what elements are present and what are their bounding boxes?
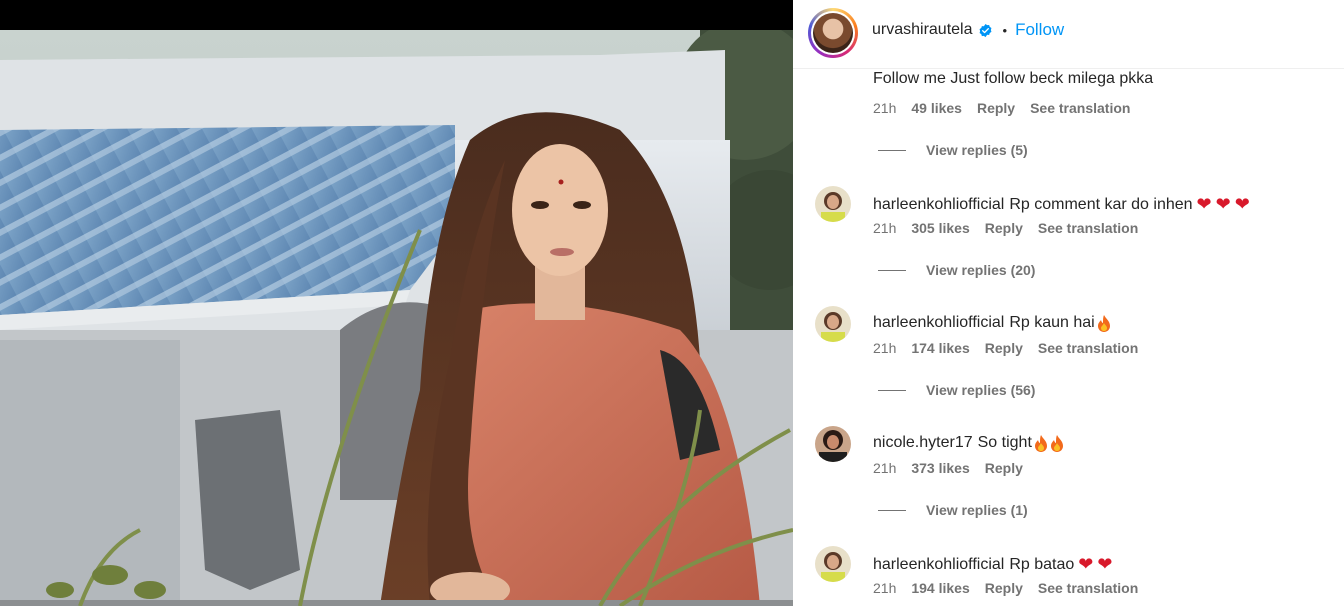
heart-icon: ❤ <box>1078 554 1094 574</box>
see-translation-button[interactable]: See translation <box>1038 340 1138 356</box>
comment-meta: 21h 49 likes Reply See translation <box>873 100 1145 116</box>
comment-meta: 21h 373 likes Reply <box>873 460 1038 476</box>
view-replies-button[interactable]: View replies (20) <box>878 262 1035 278</box>
post-photo[interactable] <box>0 30 793 606</box>
see-translation-button[interactable]: See translation <box>1038 220 1138 236</box>
heart-icon: ❤ <box>1196 194 1212 214</box>
separator-dot: • <box>1002 22 1008 38</box>
comment-line: nicole.hyter17 So tight <box>873 434 1064 452</box>
comment-text: Follow me Just follow beck milega pkka <box>873 70 1154 87</box>
commenter-username[interactable]: harleenkohliofficial <box>873 556 1004 574</box>
comment-text: Rp kaun hai <box>1009 314 1095 331</box>
comment-line: harleenkohliofficial Rp batao ❤ ❤ <box>873 554 1112 575</box>
follow-button[interactable]: Follow <box>1015 20 1064 40</box>
commenter-avatar[interactable] <box>815 186 851 222</box>
comment-likes[interactable]: 373 likes <box>911 460 969 476</box>
comment-likes[interactable]: 174 likes <box>911 340 969 356</box>
comment-meta: 21h 174 likes Reply See translation <box>873 340 1153 356</box>
author-avatar[interactable] <box>808 8 858 58</box>
post-photo-illustration <box>0 30 793 606</box>
reply-button[interactable]: Reply <box>985 580 1023 596</box>
replies-line <box>878 149 906 151</box>
comment-time[interactable]: 21h <box>873 220 896 236</box>
reply-button[interactable]: Reply <box>985 340 1023 356</box>
post-header: urvashirautela • Follow <box>793 0 1344 69</box>
commenter-avatar[interactable] <box>815 546 851 582</box>
view-replies-button[interactable]: View replies (1) <box>878 502 1028 518</box>
heart-icon: ❤ <box>1215 194 1231 214</box>
comments-panel: urvashirautela • Follow Follow me Just f… <box>793 0 1344 606</box>
reply-button[interactable]: Reply <box>977 100 1015 116</box>
commenter-avatar[interactable] <box>815 306 851 342</box>
replies-line <box>878 389 906 391</box>
post-photo-panel <box>0 0 793 606</box>
commenter-username[interactable]: nicole.hyter17 <box>873 434 973 452</box>
view-replies-label: View replies (5) <box>926 142 1028 158</box>
comment-time[interactable]: 21h <box>873 340 896 356</box>
author-username[interactable]: urvashirautela <box>872 21 973 39</box>
view-replies-label: View replies (20) <box>926 262 1036 278</box>
comment-likes[interactable]: 194 likes <box>911 580 969 596</box>
view-replies-button[interactable]: View replies (5) <box>878 142 1028 158</box>
comment-text: Rp comment kar do inhen <box>1009 195 1193 213</box>
comment-time[interactable]: 21h <box>873 100 896 116</box>
replies-line <box>878 269 906 271</box>
comment-time[interactable]: 21h <box>873 580 896 596</box>
reply-button[interactable]: Reply <box>985 460 1023 476</box>
comment-line: harleenkohliofficial Rp kaun hai <box>873 314 1111 332</box>
replies-line <box>878 509 906 511</box>
photo-top-bar <box>0 0 793 30</box>
view-replies-button[interactable]: View replies (56) <box>878 382 1035 398</box>
view-replies-label: View replies (56) <box>926 382 1036 398</box>
comment-time[interactable]: 21h <box>873 460 896 476</box>
fire-icon <box>1097 314 1110 332</box>
author-row: urvashirautela • Follow <box>872 19 1064 41</box>
comment-text: Rp batao <box>1009 555 1075 573</box>
see-translation-button[interactable]: See translation <box>1030 100 1130 116</box>
comment-likes[interactable]: 49 likes <box>911 100 962 116</box>
author-avatar-image <box>813 13 853 53</box>
commenter-username[interactable]: harleenkohliofficial <box>873 196 1004 214</box>
fire-icon <box>1034 434 1047 452</box>
comment-text: So tight <box>977 434 1032 451</box>
reply-button[interactable]: Reply <box>985 220 1023 236</box>
comment-likes[interactable]: 305 likes <box>911 220 969 236</box>
comment-line: harleenkohliofficial Rp comment kar do i… <box>873 194 1250 215</box>
view-replies-label: View replies (1) <box>926 502 1028 518</box>
commenter-username[interactable]: harleenkohliofficial <box>873 314 1004 332</box>
see-translation-button[interactable]: See translation <box>1038 580 1138 596</box>
verified-badge-icon <box>979 23 991 37</box>
commenter-avatar[interactable] <box>815 426 851 462</box>
comment-meta: 21h 305 likes Reply See translation <box>873 220 1153 236</box>
heart-icon: ❤ <box>1234 194 1250 214</box>
heart-icon: ❤ <box>1097 554 1113 574</box>
fire-icon <box>1050 434 1063 452</box>
comment-meta: 21h 194 likes Reply See translation <box>873 580 1153 596</box>
